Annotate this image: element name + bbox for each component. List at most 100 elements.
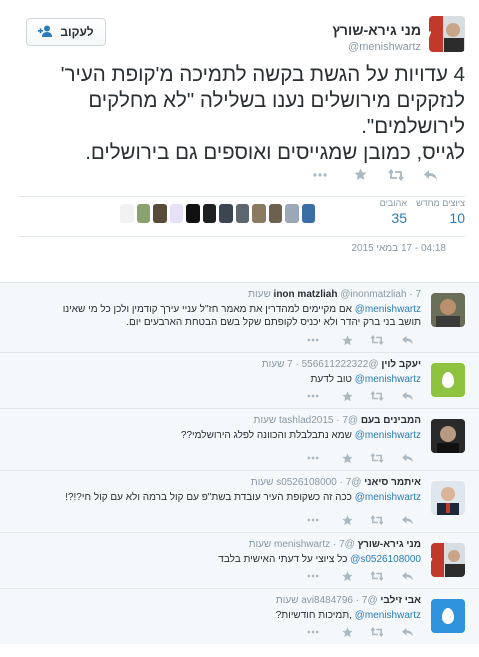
author-avatar[interactable]: ק: [429, 16, 465, 52]
more-icon[interactable]: [306, 627, 320, 640]
likers-avatars: [120, 204, 315, 226]
reply-author-name[interactable]: המבינים בעם: [361, 415, 421, 426]
reply-tweet[interactable]: יעקב לוין @556611222322 · 7 שעות @menishw…: [0, 352, 479, 408]
retweet-icon[interactable]: [370, 335, 384, 348]
reply-icon[interactable]: [402, 515, 414, 528]
retweet-icon[interactable]: [370, 391, 384, 404]
liker-avatar[interactable]: [268, 204, 282, 223]
more-icon[interactable]: [306, 571, 320, 584]
retweet-icon[interactable]: [370, 627, 384, 640]
main-tweet: ק מני גירא-שורץ @menishwartz לעקוב 4 עדו…: [0, 0, 479, 282]
reply-dot: ·: [339, 477, 343, 488]
star-icon[interactable]: [342, 571, 353, 585]
reply-icon[interactable]: [402, 571, 414, 584]
reply-actions: [0, 391, 479, 405]
liker-avatar[interactable]: [285, 204, 299, 223]
reply-author-username[interactable]: @556611222322: [302, 359, 379, 370]
reply-icon[interactable]: [402, 453, 414, 466]
more-icon[interactable]: [306, 515, 320, 528]
retweets-count: 10: [449, 210, 465, 226]
mention-link[interactable]: @menishwartz: [355, 304, 421, 315]
star-icon[interactable]: [354, 168, 367, 184]
follow-button[interactable]: לעקוב: [26, 18, 106, 46]
liker-avatar[interactable]: [301, 204, 315, 223]
reply-avatar[interactable]: [431, 293, 465, 327]
liker-avatar[interactable]: [219, 204, 233, 223]
reply-tweet[interactable]: ק מני גירא-שורץ @menishwartz · 7 שעות @s05…: [0, 532, 479, 588]
reply-header: איתמר סיאני @s0526108000 · 7 שעות: [251, 477, 421, 488]
mention-link[interactable]: @menishwartz: [355, 430, 421, 441]
svg-text:ק: ק: [429, 27, 432, 41]
add-user-icon: [38, 25, 54, 40]
reply-header: המבינים בעם @tashlad2015 · 7 שעות: [254, 415, 421, 426]
star-icon[interactable]: [342, 627, 353, 641]
tweet-header: ק מני גירא-שורץ @menishwartz לעקוב: [14, 16, 465, 60]
liker-avatar[interactable]: [136, 204, 150, 223]
retweets-stat[interactable]: ציוצים מחדש 10: [415, 198, 465, 226]
reply-header: אבי זילבי @avi8484796 · 7 שעות: [276, 595, 421, 606]
mention-link[interactable]: @menishwartz: [355, 492, 421, 503]
reply-author-name[interactable]: איתמר סיאני: [364, 477, 421, 488]
reply-author-username[interactable]: @avi8484796: [301, 595, 377, 606]
reply-author-name[interactable]: inon matzliah: [274, 289, 338, 300]
author-username[interactable]: @menishwartz: [332, 41, 421, 53]
reply-text-line: @menishwartz שמא נתבלבלת והכוונה לפלג הי…: [180, 430, 421, 441]
reply-dot: ·: [355, 595, 360, 606]
mention-link[interactable]: @menishwartz: [355, 374, 421, 385]
reply-dot: ·: [409, 289, 413, 300]
liker-avatar[interactable]: [169, 204, 183, 223]
retweet-icon[interactable]: [370, 453, 384, 466]
reply-tweet[interactable]: אבי זילבי @avi8484796 · 7 שעות @menishwar…: [0, 588, 479, 644]
svg-text:ק: ק: [431, 554, 433, 567]
replies-list: inon matzliah @inonmatzliah · 7 שעות @men…: [0, 282, 479, 644]
reply-time[interactable]: 7 שעות: [262, 359, 293, 370]
reply-text: @menishwartz אם מקיימים למהדרין את מאמר …: [63, 303, 421, 329]
reply-avatar[interactable]: [431, 481, 465, 515]
more-icon[interactable]: [312, 168, 328, 184]
mention-link[interactable]: @s0526108000: [350, 554, 421, 565]
liker-avatar[interactable]: [252, 204, 266, 223]
reply-text: @menishwartz שמא נתבלבלת והכוונה לפלג הי…: [181, 429, 421, 442]
author-fullname[interactable]: מני גירא-שורץ: [332, 22, 421, 38]
liker-avatar[interactable]: [120, 204, 134, 223]
reply-header: מני גירא-שורץ @menishwartz · 7 שעות: [249, 539, 421, 550]
star-icon[interactable]: [342, 391, 353, 405]
reply-icon[interactable]: [402, 627, 414, 640]
reply-dot: ·: [295, 359, 299, 370]
reply-avatar[interactable]: [431, 419, 465, 453]
reply-author-name[interactable]: יעקב לוין: [381, 359, 421, 370]
star-icon[interactable]: [342, 335, 353, 349]
likes-count: 35: [391, 210, 407, 226]
liker-avatar[interactable]: [186, 204, 200, 223]
star-icon[interactable]: [342, 453, 353, 467]
liker-avatar[interactable]: [235, 204, 249, 223]
star-icon[interactable]: [342, 515, 353, 529]
mention-link[interactable]: @menishwartz: [355, 610, 421, 621]
reply-tweet[interactable]: איתמר סיאני @s0526108000 · 7 שעות @menish…: [0, 470, 479, 532]
liker-avatar[interactable]: [153, 204, 167, 223]
likes-stat[interactable]: אהובים 35: [367, 198, 407, 226]
follow-label: לעקוב: [60, 25, 94, 39]
reply-icon[interactable]: [402, 335, 414, 348]
liker-avatar[interactable]: [202, 204, 216, 223]
reply-tweet[interactable]: inon matzliah @inonmatzliah · 7 שעות @men…: [0, 282, 479, 352]
reply-icon[interactable]: [402, 391, 414, 404]
retweet-icon[interactable]: [370, 571, 384, 584]
reply-author-name[interactable]: אבי זילבי: [380, 595, 421, 606]
reply-author-username[interactable]: @inonmatzliah: [340, 289, 406, 300]
more-icon[interactable]: [306, 453, 320, 466]
more-icon[interactable]: [306, 335, 320, 348]
reply-author-name[interactable]: מני גירא-שורץ: [358, 539, 421, 550]
retweet-icon[interactable]: [370, 515, 384, 528]
reply-text-line: @menishwartz טוב לדעת: [310, 374, 421, 385]
reply-actions: [0, 627, 479, 641]
reply-actions: [0, 571, 479, 585]
more-icon[interactable]: [306, 391, 320, 404]
reply-tweet[interactable]: המבינים בעם @tashlad2015 · 7 שעות @menish…: [0, 408, 479, 470]
likes-label: אהובים: [379, 198, 407, 208]
retweet-icon[interactable]: [388, 168, 404, 184]
tweet-timestamp[interactable]: 04:18 - 17 במאי 2015: [351, 243, 446, 254]
reply-icon[interactable]: [424, 168, 438, 184]
reply-header: יעקב לוין @556611222322 · 7 שעות: [262, 359, 421, 370]
reply-text: @s0526108000 כל ציוצי על דעתי האישית בלב…: [218, 553, 421, 566]
